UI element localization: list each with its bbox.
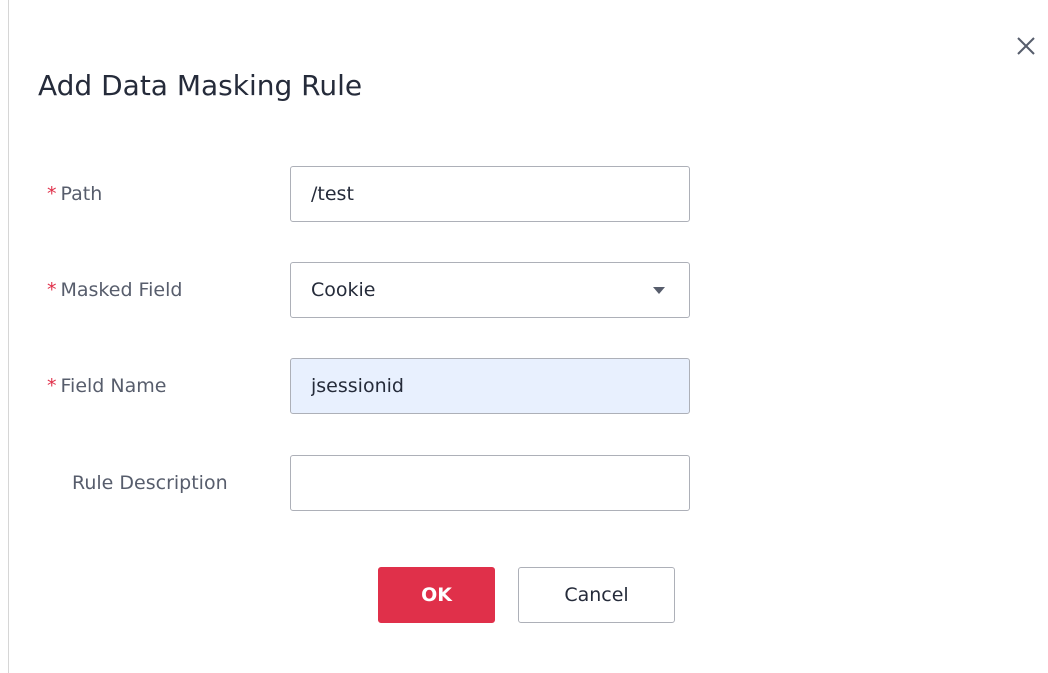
close-icon bbox=[1017, 37, 1035, 55]
rule-description-label: Rule Description bbox=[72, 472, 228, 494]
ok-button[interactable]: OK bbox=[378, 567, 495, 623]
chevron-down-icon bbox=[653, 287, 665, 294]
required-marker: * bbox=[47, 375, 57, 397]
field-name-input[interactable] bbox=[290, 358, 690, 414]
close-button[interactable] bbox=[1011, 31, 1041, 61]
cancel-button[interactable]: Cancel bbox=[518, 567, 675, 623]
required-marker: * bbox=[47, 183, 57, 205]
path-input[interactable] bbox=[290, 166, 690, 222]
masked-field-row: * Masked Field Cookie bbox=[9, 262, 709, 318]
rule-description-row: Rule Description bbox=[9, 455, 709, 511]
path-row: * Path bbox=[9, 166, 709, 222]
field-name-label: Field Name bbox=[60, 375, 167, 397]
masked-field-label: Masked Field bbox=[60, 279, 183, 301]
dialog-title: Add Data Masking Rule bbox=[38, 69, 363, 102]
path-label: Path bbox=[60, 183, 103, 205]
path-label-wrap: * Path bbox=[47, 166, 102, 222]
field-name-row: * Field Name bbox=[9, 358, 709, 414]
required-marker: * bbox=[47, 279, 57, 301]
field-name-label-wrap: * Field Name bbox=[47, 358, 166, 414]
rule-description-input[interactable] bbox=[290, 455, 690, 511]
add-data-masking-rule-dialog: Add Data Masking Rule *Path *Masked Fiel… bbox=[8, 0, 1048, 673]
masked-field-value: Cookie bbox=[311, 279, 376, 301]
masked-field-select[interactable]: Cookie bbox=[290, 262, 690, 318]
masked-field-label-wrap: * Masked Field bbox=[47, 262, 182, 318]
